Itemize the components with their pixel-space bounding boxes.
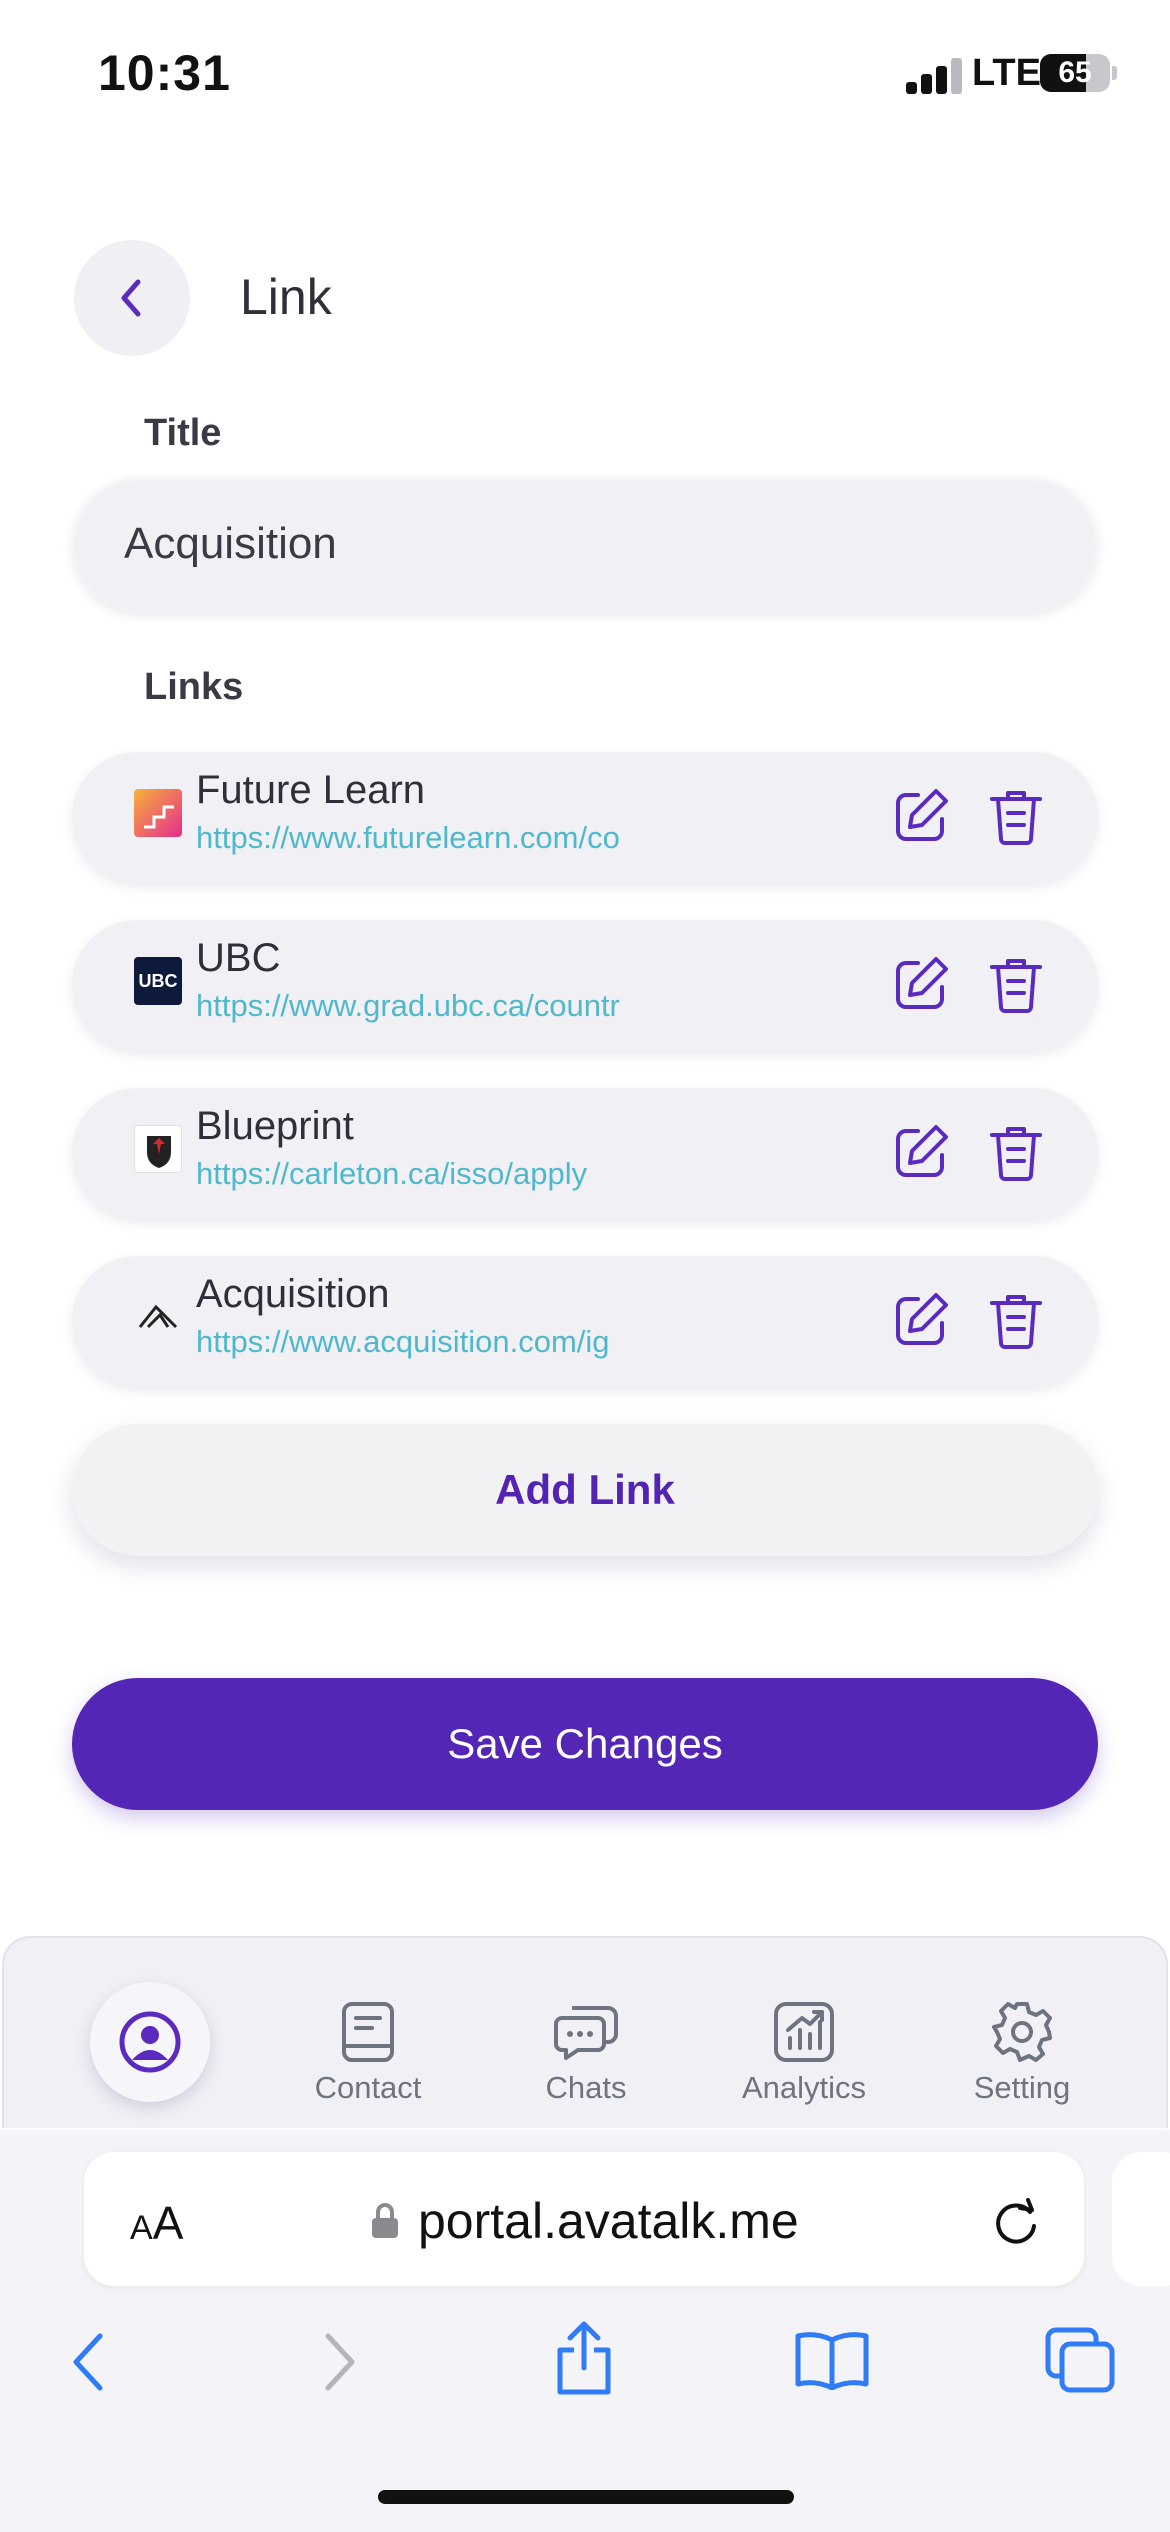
lock-icon xyxy=(372,2203,398,2238)
chat-bubbles-icon xyxy=(554,2006,618,2060)
page-title: Link xyxy=(240,269,332,325)
ubc-logo: UBC xyxy=(134,957,182,1005)
link-name: UBC xyxy=(196,936,281,980)
link-name: Future Learn xyxy=(196,768,426,812)
futurelearn-logo xyxy=(134,789,182,837)
trash-icon[interactable] xyxy=(986,785,1046,847)
carleton-logo xyxy=(134,1125,182,1173)
browser-forward-icon[interactable] xyxy=(318,2330,362,2394)
trash-icon[interactable] xyxy=(986,1289,1046,1351)
nav-item-setting[interactable]: Setting xyxy=(932,2000,1112,2106)
network-type: LTE xyxy=(972,52,1041,94)
nav-label-analytics: Analytics xyxy=(741,2070,867,2105)
save-changes-button[interactable]: Save Changes xyxy=(72,1678,1098,1810)
reload-icon[interactable] xyxy=(990,2196,1042,2248)
edit-icon[interactable] xyxy=(890,953,952,1015)
edit-icon[interactable] xyxy=(890,785,952,847)
link-item-acquisition[interactable]: Acquisition https://www.acquisition.com/… xyxy=(72,1256,1098,1386)
battery-tip xyxy=(1112,66,1117,80)
browser-back-icon[interactable] xyxy=(66,2330,110,2394)
app-bottom-nav: Contact Chats Analytics Setting xyxy=(2,1936,1168,2128)
edit-icon[interactable] xyxy=(890,1121,952,1183)
nav-label-setting: Setting xyxy=(973,2070,1071,2105)
link-item-ubc[interactable]: UBC UBC https://www.grad.ubc.ca/countr xyxy=(72,920,1098,1050)
user-circle-icon xyxy=(119,2011,181,2073)
link-url: https://www.futurelearn.com/co xyxy=(196,820,620,855)
bookmarks-icon[interactable] xyxy=(794,2330,870,2390)
nav-item-contact[interactable]: Contact xyxy=(278,2000,458,2106)
battery-icon: 65 xyxy=(1040,54,1110,92)
trash-icon[interactable] xyxy=(986,953,1046,1015)
title-input[interactable] xyxy=(72,476,1098,612)
acquisition-logo xyxy=(134,1293,182,1341)
nav-item-chats[interactable]: Chats xyxy=(496,2000,676,2106)
next-tab-peek[interactable] xyxy=(1112,2152,1170,2286)
home-indicator xyxy=(378,2490,794,2504)
title-label: Title xyxy=(144,412,222,454)
text-size-button[interactable]: AA xyxy=(130,2196,183,2250)
nav-label-chats: Chats xyxy=(545,2070,627,2105)
link-item-future-learn[interactable]: Future Learn https://www.futurelearn.com… xyxy=(72,752,1098,882)
link-url: https://www.acquisition.com/ig xyxy=(196,1324,610,1359)
link-url: https://www.grad.ubc.ca/countr xyxy=(196,988,620,1023)
link-name: Acquisition xyxy=(196,1272,390,1316)
nav-item-analytics[interactable]: Analytics xyxy=(714,2000,894,2106)
link-item-blueprint[interactable]: Blueprint https://carleton.ca/isso/apply xyxy=(72,1088,1098,1218)
edit-icon[interactable] xyxy=(890,1289,952,1351)
tabs-icon[interactable] xyxy=(1044,2326,1116,2394)
link-name: Blueprint xyxy=(196,1104,354,1148)
share-icon[interactable] xyxy=(552,2318,616,2398)
chevron-left-icon xyxy=(121,279,141,317)
app-page: 10:31 LTE 65 Link Title Links xyxy=(0,0,1170,2130)
trash-icon[interactable] xyxy=(986,1121,1046,1183)
status-bar: 10:31 LTE 65 xyxy=(0,0,1170,140)
battery-percent: 65 xyxy=(1058,56,1092,89)
add-link-button[interactable]: Add Link xyxy=(72,1424,1098,1556)
gear-icon xyxy=(992,2002,1052,2062)
nav-label-contact: Contact xyxy=(314,2070,422,2105)
browser-url-bar[interactable]: AA portal.avatalk.me xyxy=(84,2152,1084,2286)
links-label: Links xyxy=(144,666,244,708)
link-url: https://carleton.ca/isso/apply xyxy=(196,1156,588,1191)
signal-icon xyxy=(906,58,962,94)
nav-profile-button[interactable] xyxy=(90,1982,210,2102)
contact-book-icon xyxy=(342,2002,394,2062)
back-button[interactable] xyxy=(74,240,190,356)
status-time: 10:31 xyxy=(98,45,231,101)
url-text: portal.avatalk.me xyxy=(418,2193,799,2249)
analytics-chart-icon xyxy=(774,2002,834,2062)
